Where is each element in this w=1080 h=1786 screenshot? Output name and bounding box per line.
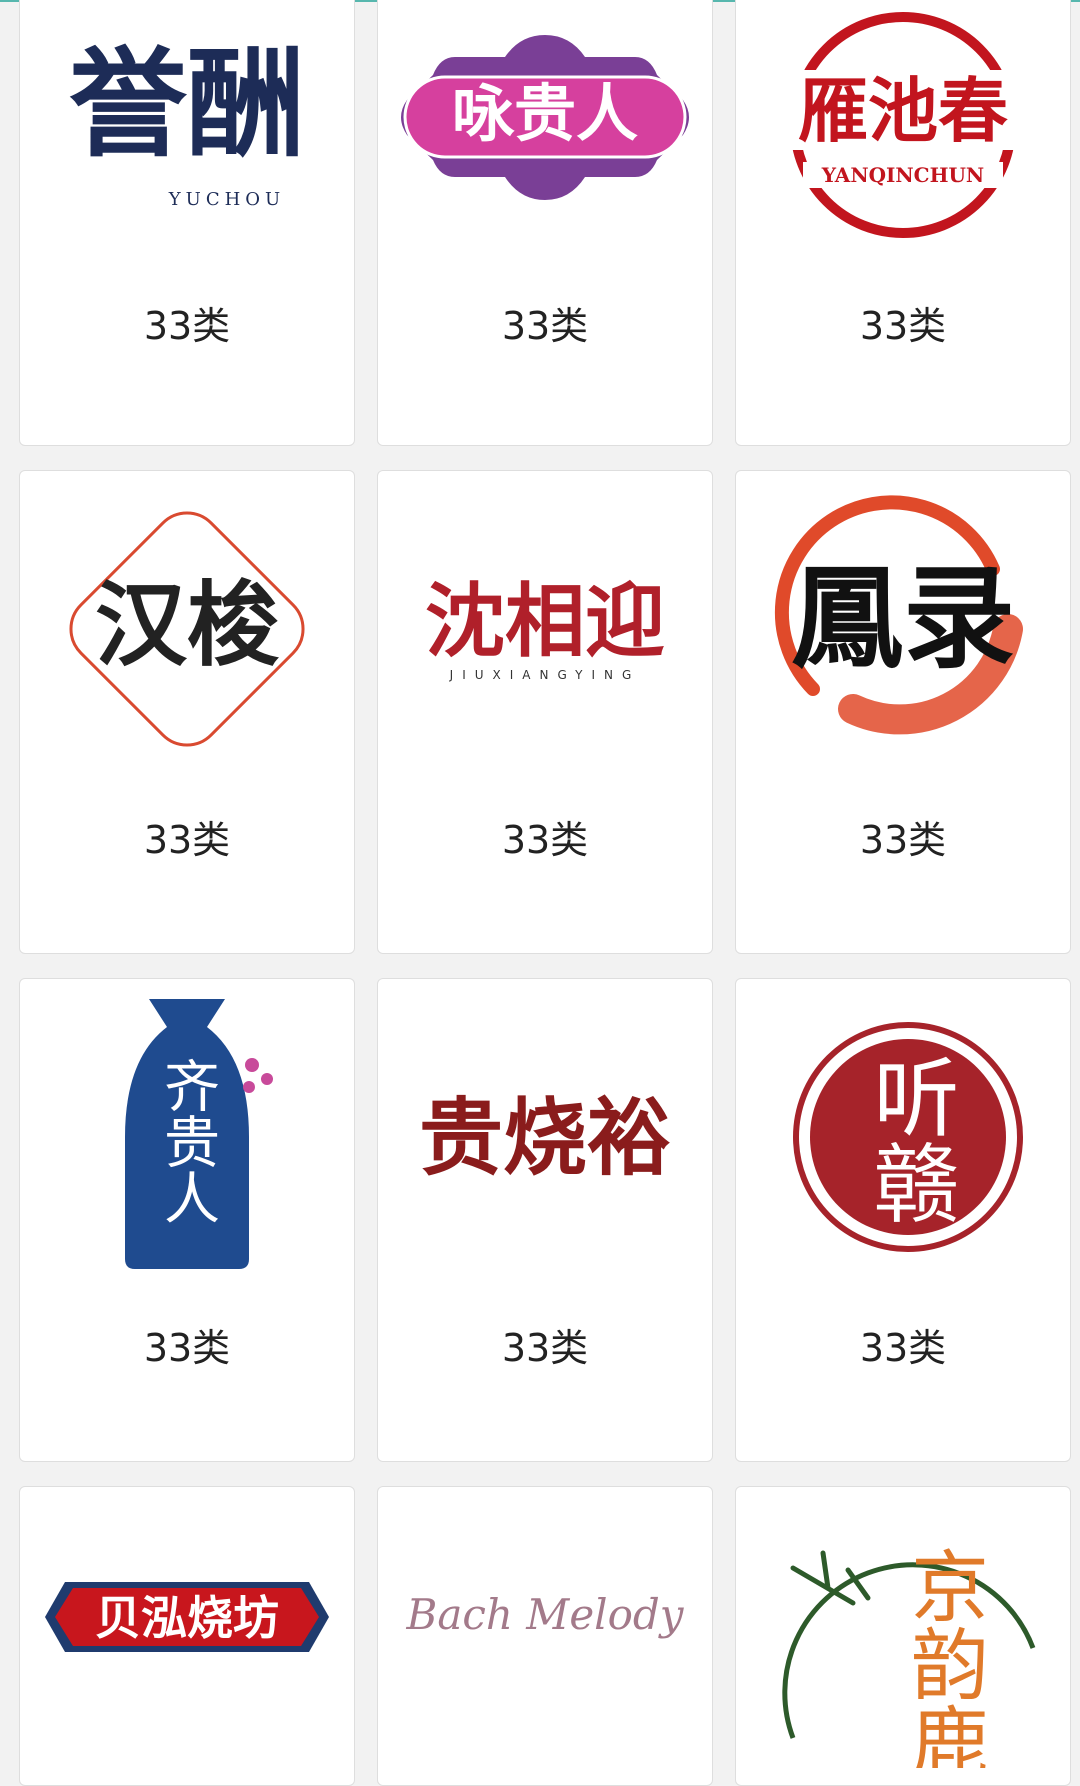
trademark-card[interactable]: 咏贵人 33类 bbox=[377, 0, 713, 446]
trademark-card[interactable]: 京韵鹿 bbox=[735, 1486, 1071, 1786]
logo-mark-text: 鳳录 bbox=[791, 553, 1015, 684]
logo-mark-text: 雁池春 bbox=[798, 70, 1008, 152]
category-label: 33类 bbox=[501, 818, 589, 862]
hansuo-logo: 汉梭 bbox=[20, 479, 354, 779]
bach-melody-logo: Bach Melody bbox=[378, 1557, 712, 1677]
category-label: 33类 bbox=[501, 304, 589, 348]
logo-mark-text: 汉梭 bbox=[95, 571, 279, 679]
trademark-card[interactable]: 齐贵人 33类 bbox=[19, 978, 355, 1462]
qiguiren-logo: 齐贵人 bbox=[20, 987, 354, 1287]
category-label: 33类 bbox=[859, 304, 947, 348]
logo-mark-text: 听赣 bbox=[858, 1053, 958, 1225]
guishaoyu-logo: 贵烧裕 bbox=[378, 987, 712, 1287]
logo-mark-text: 贵烧裕 bbox=[419, 1088, 671, 1187]
fenglu-logo: 鳳录 bbox=[736, 479, 1070, 779]
category-label: 33类 bbox=[143, 1326, 231, 1370]
category-label: 33类 bbox=[501, 1326, 589, 1370]
trademark-card[interactable]: Bach Melody bbox=[377, 1486, 713, 1786]
trademark-card[interactable]: 汉梭 33类 bbox=[19, 470, 355, 954]
tinggan-logo: 听赣 bbox=[736, 987, 1070, 1287]
logo-mark-text: 贝泓烧坊 bbox=[95, 1591, 279, 1645]
category-label: 33类 bbox=[143, 304, 231, 348]
yuchou-logo: 誉酬 YUCHOU bbox=[20, 0, 354, 245]
logo-pinyin: YANQINCHUN bbox=[821, 163, 984, 187]
logo-pinyin: JIUXIANGYING bbox=[449, 668, 641, 682]
beihongshaofang-logo: 贝泓烧坊 bbox=[20, 1557, 354, 1677]
jingyunlu-logo: 京韵鹿 bbox=[736, 1503, 1070, 1773]
yanchichun-logo: 雁池春 YANQINCHUN bbox=[736, 0, 1070, 255]
trademark-card[interactable]: 贵烧裕 33类 bbox=[377, 978, 713, 1462]
trademark-card[interactable]: 誉酬 YUCHOU 33类 bbox=[19, 0, 355, 446]
trademark-card[interactable]: 贝泓烧坊 bbox=[19, 1486, 355, 1786]
shenxiangying-logo: 沈相迎 JIUXIANGYING bbox=[378, 479, 712, 779]
trademark-card[interactable]: 鳳录 33类 bbox=[735, 470, 1071, 954]
logo-mark-text: 咏贵人 bbox=[452, 77, 638, 150]
logo-mark-text: 齐贵人 bbox=[155, 1057, 220, 1225]
logo-mark-text: 誉酬 bbox=[69, 34, 305, 173]
logo-pinyin: YUCHOU bbox=[168, 189, 285, 210]
yongguiren-logo: 咏贵人 bbox=[378, 0, 712, 245]
logo-mark-text: Bach Melody bbox=[405, 1590, 684, 1639]
category-label: 33类 bbox=[859, 1326, 947, 1370]
logo-mark-text: 沈相迎 bbox=[425, 575, 665, 668]
logo-mark-text-1: 京韵鹿 bbox=[898, 1546, 988, 1768]
category-label: 33类 bbox=[143, 818, 231, 862]
trademark-card[interactable]: 沈相迎 JIUXIANGYING 33类 bbox=[377, 470, 713, 954]
trademark-card[interactable]: 雁池春 YANQINCHUN 33类 bbox=[735, 0, 1071, 446]
category-label: 33类 bbox=[859, 818, 947, 862]
trademark-card[interactable]: 听赣 33类 bbox=[735, 978, 1071, 1462]
